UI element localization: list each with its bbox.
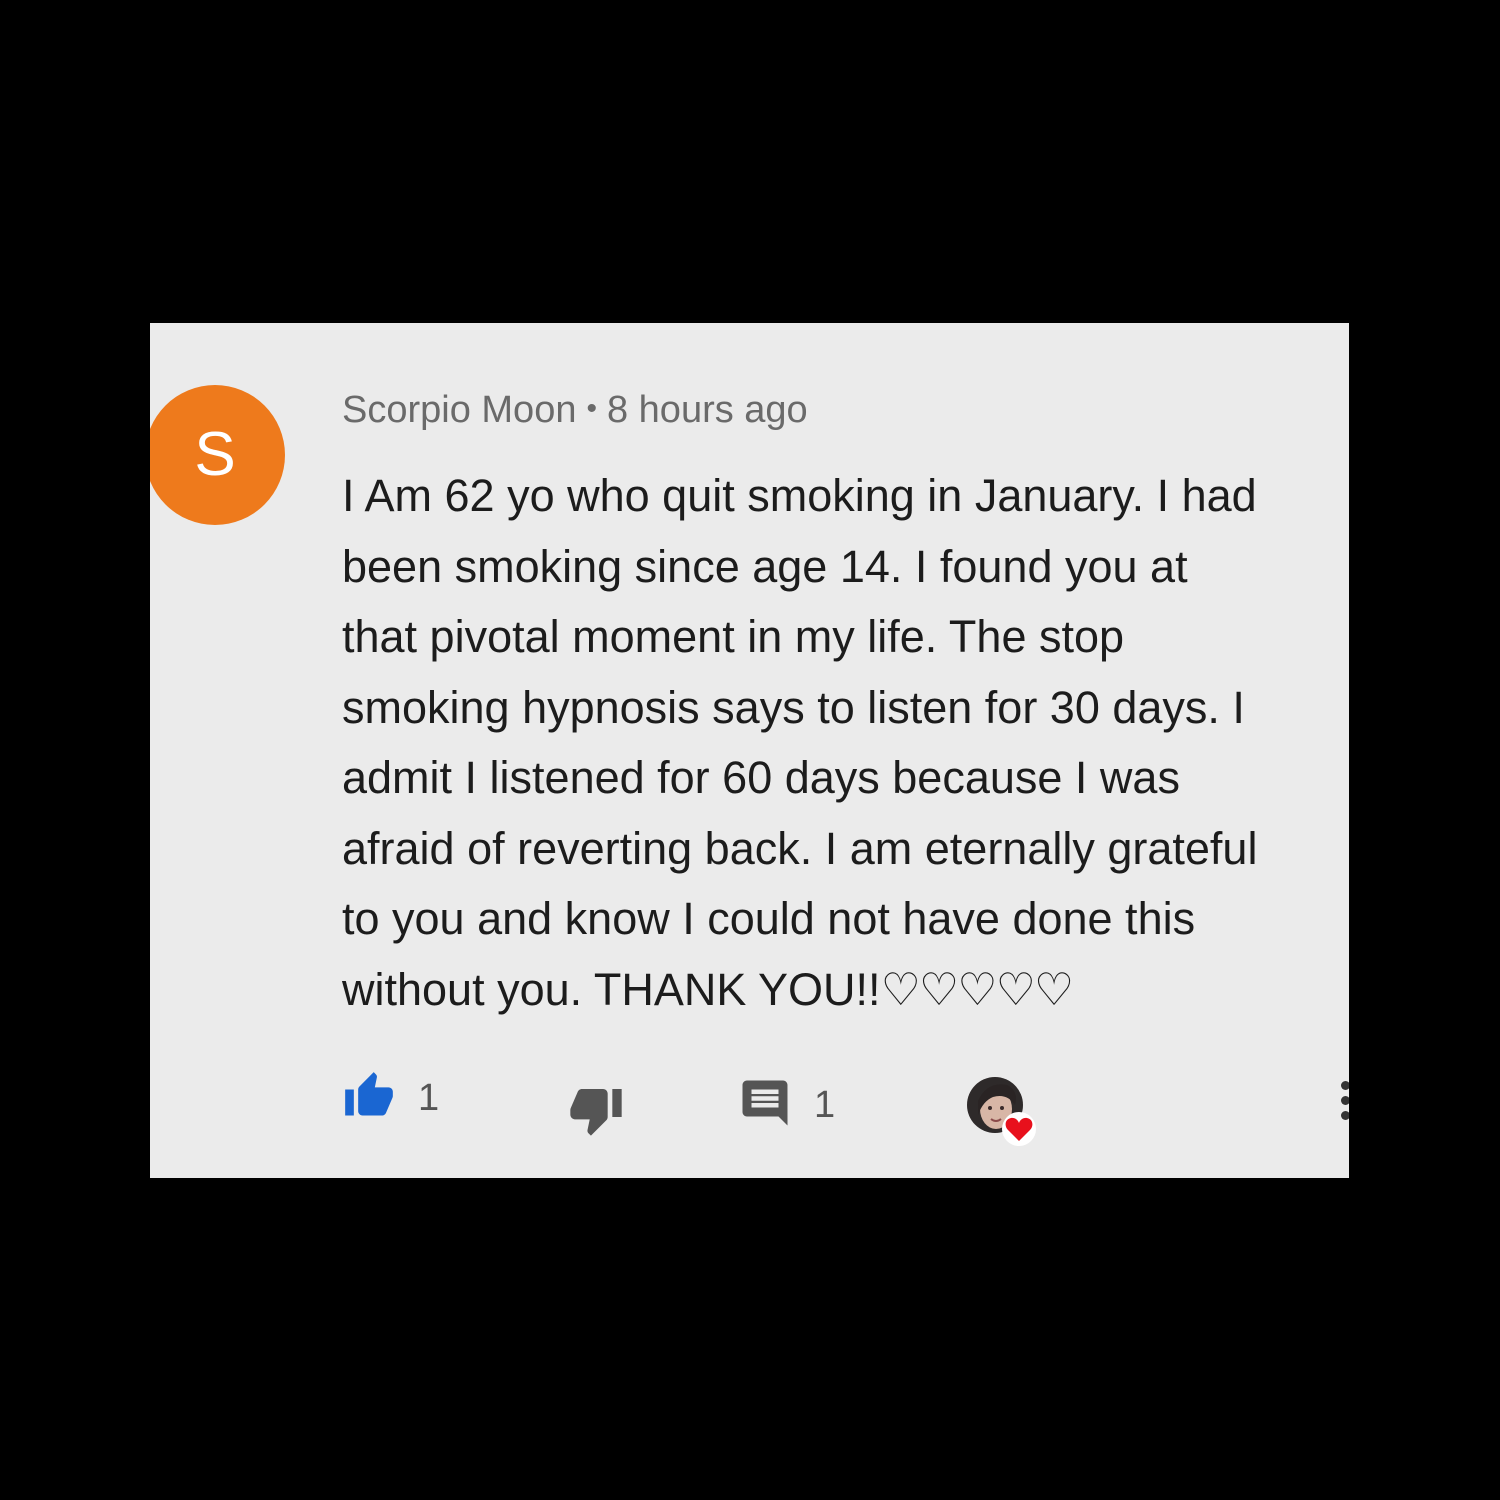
comment-line-text: without you. THANK YOU!! [342, 963, 881, 1015]
comment-line: admit I listened for 60 days because I w… [342, 752, 1180, 803]
menu-dot [1341, 1096, 1349, 1105]
author-name[interactable]: Scorpio Moon [342, 389, 576, 431]
menu-dot [1341, 1081, 1349, 1090]
comment-line: I Am 62 yo who quit smoking in January. … [342, 470, 1257, 521]
timestamp: 8 hours ago [606, 389, 808, 431]
dislike-button[interactable] [568, 1082, 624, 1143]
creator-heart [965, 1075, 1040, 1155]
like-count: 1 [418, 1077, 440, 1119]
comment-line: been smoking since age 14. I found you a… [342, 540, 1188, 592]
hearts-emoji: ♡♡♡♡♡ [880, 963, 1075, 1015]
separator-dot: • [586, 392, 597, 425]
comment-actions: 1 1 [150, 1068, 1349, 1146]
like-button[interactable]: 1 [342, 1070, 439, 1127]
reply-count: 1 [814, 1084, 836, 1126]
comment-icon [738, 1076, 792, 1135]
comment-line: to you and know I could not have done th… [342, 893, 1196, 944]
comment-line: that pivotal moment in my life. The stop [342, 611, 1125, 662]
comment-line: smoking hypnosis says to listen for 30 d… [342, 681, 1245, 733]
comment-line: afraid of reverting back. I am eternally… [342, 822, 1258, 874]
avatar[interactable]: S [150, 385, 285, 525]
reply-button[interactable]: 1 [738, 1076, 835, 1135]
creator-heart-icon [965, 1075, 1040, 1155]
menu-dot [1341, 1111, 1349, 1120]
comment-text: I Am 62 yo who quit smoking in January. … [342, 461, 1349, 1025]
thumbs-up-icon [342, 1070, 396, 1127]
comment-card: S Scorpio Moon • 8 hours ago I Am 62 yo wh… [150, 323, 1349, 1178]
comment-line-last: without you. THANK YOU!!♡♡♡♡♡ [342, 955, 1349, 1026]
more-vertical-icon[interactable] [1341, 1081, 1349, 1126]
thumbs-down-icon [568, 1082, 624, 1143]
comment-header: Scorpio Moon • 8 hours ago [342, 389, 808, 432]
